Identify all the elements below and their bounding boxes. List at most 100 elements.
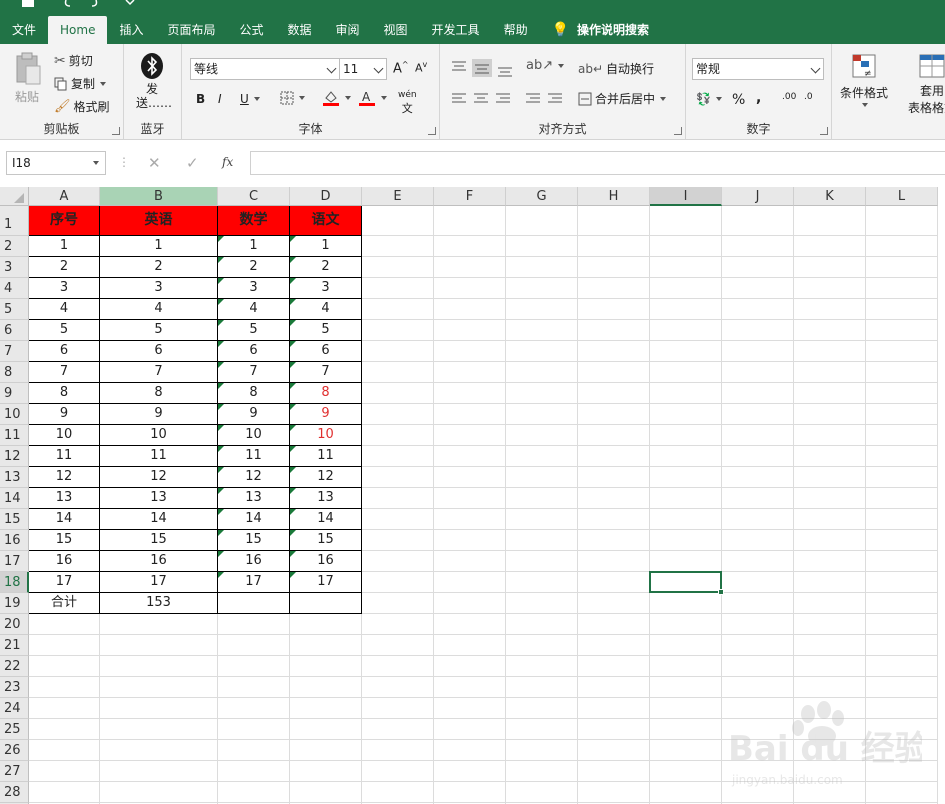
cell-B3[interactable]: 2 <box>100 257 218 278</box>
cell-B14[interactable]: 13 <box>100 488 218 509</box>
cell-F9[interactable] <box>434 383 506 404</box>
cell-G7[interactable] <box>506 341 578 362</box>
cell-B13[interactable]: 12 <box>100 467 218 488</box>
cell-D15[interactable]: 14 <box>290 509 362 530</box>
cell-A12[interactable]: 11 <box>29 446 100 467</box>
cell-K3[interactable] <box>794 257 866 278</box>
row-header-26[interactable]: 26 <box>0 740 29 761</box>
row-header-27[interactable]: 27 <box>0 761 29 782</box>
cell-C17[interactable]: 16 <box>218 551 290 572</box>
fill-color-dropdown-icon[interactable] <box>345 96 351 100</box>
cell-H22[interactable] <box>578 656 650 677</box>
cell-F11[interactable] <box>434 425 506 446</box>
cell-E21[interactable] <box>362 635 434 656</box>
vertical-align-icons[interactable] <box>450 58 516 78</box>
row-header-9[interactable]: 9 <box>0 383 29 404</box>
cell-F15[interactable] <box>434 509 506 530</box>
cell-L14[interactable] <box>866 488 938 509</box>
cell-D28[interactable] <box>290 782 362 803</box>
cell-J1[interactable] <box>722 206 794 236</box>
cell-E17[interactable] <box>362 551 434 572</box>
cell-K14[interactable] <box>794 488 866 509</box>
cell-H9[interactable] <box>578 383 650 404</box>
cell-J16[interactable] <box>722 530 794 551</box>
cell-L18[interactable] <box>866 572 938 593</box>
cell-C13[interactable]: 12 <box>218 467 290 488</box>
cell-D24[interactable] <box>290 698 362 719</box>
conditional-format-button[interactable]: ≠ 条件格式 <box>840 54 888 107</box>
cell-I23[interactable] <box>650 677 722 698</box>
name-box-dropdown-icon[interactable] <box>93 161 99 165</box>
cell-E22[interactable] <box>362 656 434 677</box>
font-launcher-icon[interactable] <box>428 127 436 135</box>
cell-K8[interactable] <box>794 362 866 383</box>
cell-F2[interactable] <box>434 236 506 257</box>
cell-D18[interactable]: 17 <box>290 572 362 593</box>
cell-F24[interactable] <box>434 698 506 719</box>
borders-dropdown-icon[interactable] <box>299 96 305 100</box>
font-color-button[interactable]: A <box>358 89 387 107</box>
cell-J22[interactable] <box>722 656 794 677</box>
cell-K23[interactable] <box>794 677 866 698</box>
cell-L11[interactable] <box>866 425 938 446</box>
cell-A16[interactable]: 15 <box>29 530 100 551</box>
cell-K18[interactable] <box>794 572 866 593</box>
cell-L1[interactable] <box>866 206 938 236</box>
cell-C14[interactable]: 13 <box>218 488 290 509</box>
cell-D22[interactable] <box>290 656 362 677</box>
cell-H3[interactable] <box>578 257 650 278</box>
cell-B23[interactable] <box>100 677 218 698</box>
undo-icon[interactable] <box>62 0 78 8</box>
cell-G11[interactable] <box>506 425 578 446</box>
cell-H2[interactable] <box>578 236 650 257</box>
cell-G19[interactable] <box>506 593 578 614</box>
cell-D20[interactable] <box>290 614 362 635</box>
cell-D21[interactable] <box>290 635 362 656</box>
cell-G27[interactable] <box>506 761 578 782</box>
cell-K5[interactable] <box>794 299 866 320</box>
cell-G22[interactable] <box>506 656 578 677</box>
cell-G28[interactable] <box>506 782 578 803</box>
tab-7[interactable]: 视图 <box>372 16 420 44</box>
column-header-C[interactable]: C <box>218 187 290 206</box>
cell-L10[interactable] <box>866 404 938 425</box>
cell-H5[interactable] <box>578 299 650 320</box>
cell-K12[interactable] <box>794 446 866 467</box>
cell-C9[interactable]: 8 <box>218 383 290 404</box>
tab-6[interactable]: 审阅 <box>324 16 372 44</box>
save-icon[interactable] <box>20 0 36 8</box>
alignment-launcher-icon[interactable] <box>674 127 682 135</box>
cell-B6[interactable]: 5 <box>100 320 218 341</box>
tell-me-search[interactable]: 💡 操作说明搜索 <box>540 16 661 44</box>
cell-H8[interactable] <box>578 362 650 383</box>
cell-G18[interactable] <box>506 572 578 593</box>
cell-B28[interactable] <box>100 782 218 803</box>
cell-E24[interactable] <box>362 698 434 719</box>
cell-C18[interactable]: 17 <box>218 572 290 593</box>
cell-L7[interactable] <box>866 341 938 362</box>
cell-B19[interactable]: 153 <box>100 593 218 614</box>
row-header-13[interactable]: 13 <box>0 467 29 488</box>
horizontal-align-icons[interactable] <box>450 92 572 106</box>
cell-I8[interactable] <box>650 362 722 383</box>
tab-3[interactable]: 页面布局 <box>155 16 227 44</box>
cell-H28[interactable] <box>578 782 650 803</box>
cell-K1[interactable] <box>794 206 866 236</box>
row-header-22[interactable]: 22 <box>0 656 29 677</box>
cell-C7[interactable]: 6 <box>218 341 290 362</box>
cell-F27[interactable] <box>434 761 506 782</box>
cancel-icon[interactable]: ✕ <box>148 154 161 172</box>
cell-C6[interactable]: 5 <box>218 320 290 341</box>
merge-dropdown-icon[interactable] <box>660 96 667 101</box>
cell-J5[interactable] <box>722 299 794 320</box>
cell-D7[interactable]: 6 <box>290 341 362 362</box>
cell-E3[interactable] <box>362 257 434 278</box>
cell-F12[interactable] <box>434 446 506 467</box>
cell-H21[interactable] <box>578 635 650 656</box>
cell-E18[interactable] <box>362 572 434 593</box>
cell-A8[interactable]: 7 <box>29 362 100 383</box>
decrease-font-button[interactable]: Av <box>415 60 427 75</box>
cell-D26[interactable] <box>290 740 362 761</box>
cell-L21[interactable] <box>866 635 938 656</box>
cell-I4[interactable] <box>650 278 722 299</box>
